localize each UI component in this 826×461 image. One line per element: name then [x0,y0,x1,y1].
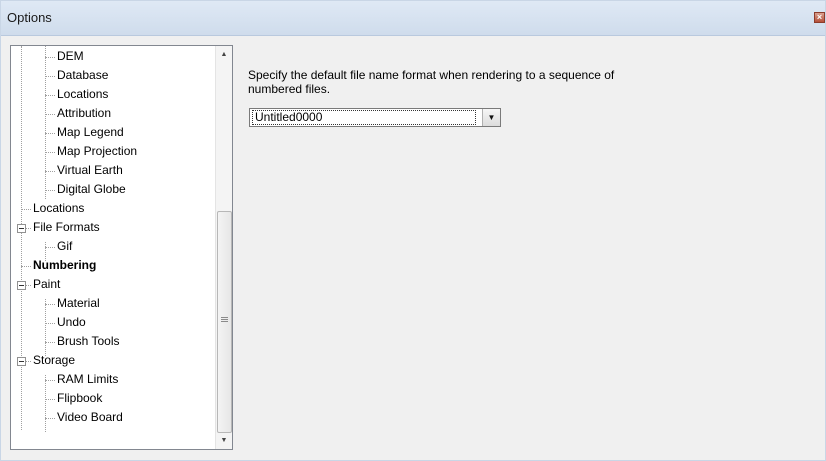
tree-item-dem[interactable]: DEM [55,47,84,66]
tree-item-video-board[interactable]: Video Board [55,408,123,427]
tree-branch-line [45,247,55,248]
tree-branch-line [21,209,31,210]
tree-item-label: Locations [57,87,109,101]
options-window: Options × DEM Database Locations Attribu… [0,0,826,461]
tree-item-label: Map Legend [57,125,124,139]
tree-item-label: Map Projection [57,144,138,158]
tree-branch-line [45,323,55,324]
tree-item-label: Numbering [33,258,97,272]
collapse-toggle-icon[interactable] [17,357,26,366]
tree-item-label: DEM [57,49,84,63]
filename-format-value: Untitled0000 [252,110,476,125]
tree-item-label: Database [57,68,109,82]
scrollbar-thumb[interactable] [217,211,232,433]
tree-item-attribution[interactable]: Attribution [55,104,111,123]
tree-item-label: Video Board [57,410,123,424]
tree-item-ram-limits[interactable]: RAM Limits [55,370,118,389]
tree-branch-line [45,342,55,343]
tree-guide-line [45,299,46,356]
tree-item-label: Undo [57,315,86,329]
collapse-toggle-icon[interactable] [17,281,26,290]
options-tree[interactable]: DEM Database Locations Attribution Map L… [10,45,233,450]
tree-item-label: File Formats [33,220,100,234]
tree-item-label: RAM Limits [57,372,119,386]
tree-item-map-legend[interactable]: Map Legend [55,123,124,142]
options-content: DEM Database Locations Attribution Map L… [6,36,821,456]
tree-branch-line [45,418,55,419]
tree-branch-line [45,171,55,172]
tree-branch-line [45,133,55,134]
tree-item-paint[interactable]: Paint [31,275,60,294]
tree-item-undo[interactable]: Undo [55,313,86,332]
tree-branch-line [45,304,55,305]
tree-item-label: Virtual Earth [57,163,123,177]
grip-icon [221,321,228,322]
filename-format-select[interactable]: Untitled0000 ▼ [249,108,501,127]
tree-item-flipbook[interactable]: Flipbook [55,389,102,408]
tree-guide-line [45,375,46,432]
close-icon[interactable]: × [814,12,825,23]
tree-item-database[interactable]: Database [55,66,108,85]
tree-item-label: Attribution [57,106,112,120]
tree-item-map-projection[interactable]: Map Projection [55,142,137,161]
format-description: Specify the default file name format whe… [248,68,615,96]
tree-item-label: Digital Globe [57,182,126,196]
tree-item-material[interactable]: Material [55,294,100,313]
scroll-up-icon[interactable]: ▲ [216,46,232,63]
tree-branch-line [45,190,55,191]
tree-branch-line [45,76,55,77]
tree-item-gif[interactable]: Gif [55,237,72,256]
tree-item-brush-tools[interactable]: Brush Tools [55,332,119,351]
grip-icon [221,317,228,318]
tree-item-label: Brush Tools [57,334,120,348]
tree-item-label: Storage [33,353,76,367]
tree-branch-line [21,266,31,267]
tree-branch-line [45,380,55,381]
tree-item-locations[interactable]: Locations [31,199,84,218]
tree-branch-line [45,152,55,153]
tree-item-virtual-earth[interactable]: Virtual Earth [55,161,123,180]
tree-item-label: Flipbook [57,391,103,405]
scroll-down-icon[interactable]: ▼ [216,432,232,449]
tree-guide-line [21,46,22,430]
tree-item-locations-sub[interactable]: Locations [55,85,108,104]
tree-guide-line [45,46,46,199]
tree-branch-line [45,57,55,58]
window-title: Options [7,10,52,25]
tree-branch-line [45,114,55,115]
tree-item-storage[interactable]: Storage [31,351,75,370]
tree-scrollbar[interactable]: ▲ ▼ [215,46,232,449]
tree-item-digital-globe[interactable]: Digital Globe [55,180,126,199]
tree-item-label: Paint [33,277,61,291]
grip-icon [221,319,228,320]
chevron-down-icon[interactable]: ▼ [482,109,500,126]
tree-item-numbering[interactable]: Numbering [31,256,96,275]
tree-item-label: Locations [33,201,85,215]
title-bar[interactable]: Options × [1,1,825,36]
tree-item-label: Material [57,296,100,310]
tree-branch-line [45,399,55,400]
tree-item-label: Gif [57,239,73,253]
tree-branch-line [45,95,55,96]
collapse-toggle-icon[interactable] [17,224,26,233]
tree-item-file-formats[interactable]: File Formats [31,218,100,237]
